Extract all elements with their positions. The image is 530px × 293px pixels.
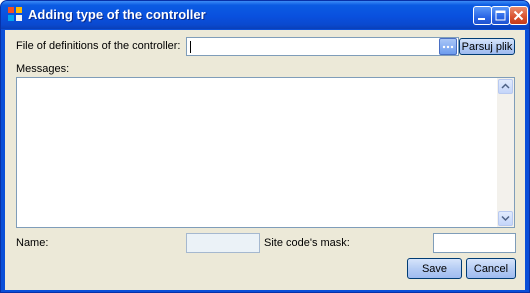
scroll-up-button[interactable]: [498, 79, 513, 94]
minimize-button[interactable]: [473, 6, 492, 25]
site-code-mask-input[interactable]: [433, 233, 516, 253]
close-button[interactable]: [509, 6, 528, 25]
close-icon: [513, 10, 524, 21]
text-caret: [190, 41, 191, 53]
site-code-mask-label: Site code's mask:: [264, 237, 350, 249]
save-button[interactable]: Save: [407, 258, 462, 279]
chevron-down-icon: [501, 215, 510, 222]
scroll-down-button[interactable]: [498, 211, 513, 226]
window-title: Adding type of the controller: [28, 7, 206, 22]
name-field: [186, 233, 260, 253]
maximize-icon: [495, 10, 506, 21]
messages-label: Messages:: [16, 63, 70, 75]
ellipsis-icon: [442, 45, 454, 49]
minimize-icon: [478, 18, 485, 20]
parse-file-button[interactable]: Parsuj plik: [459, 38, 515, 55]
name-label: Name:: [16, 237, 49, 249]
definitions-label: File of definitions of the controller:: [16, 40, 181, 52]
dialog-window: Adding type of the controller File of de…: [0, 0, 530, 293]
title-bar[interactable]: Adding type of the controller: [1, 1, 529, 29]
maximize-button[interactable]: [491, 6, 510, 25]
messages-textarea[interactable]: [16, 77, 515, 228]
definitions-file-input[interactable]: [186, 37, 459, 56]
browse-button[interactable]: [439, 38, 457, 55]
cancel-button[interactable]: Cancel: [466, 258, 516, 279]
chevron-up-icon: [501, 83, 510, 89]
messages-scrollbar[interactable]: [497, 78, 514, 227]
app-icon: [8, 7, 22, 21]
